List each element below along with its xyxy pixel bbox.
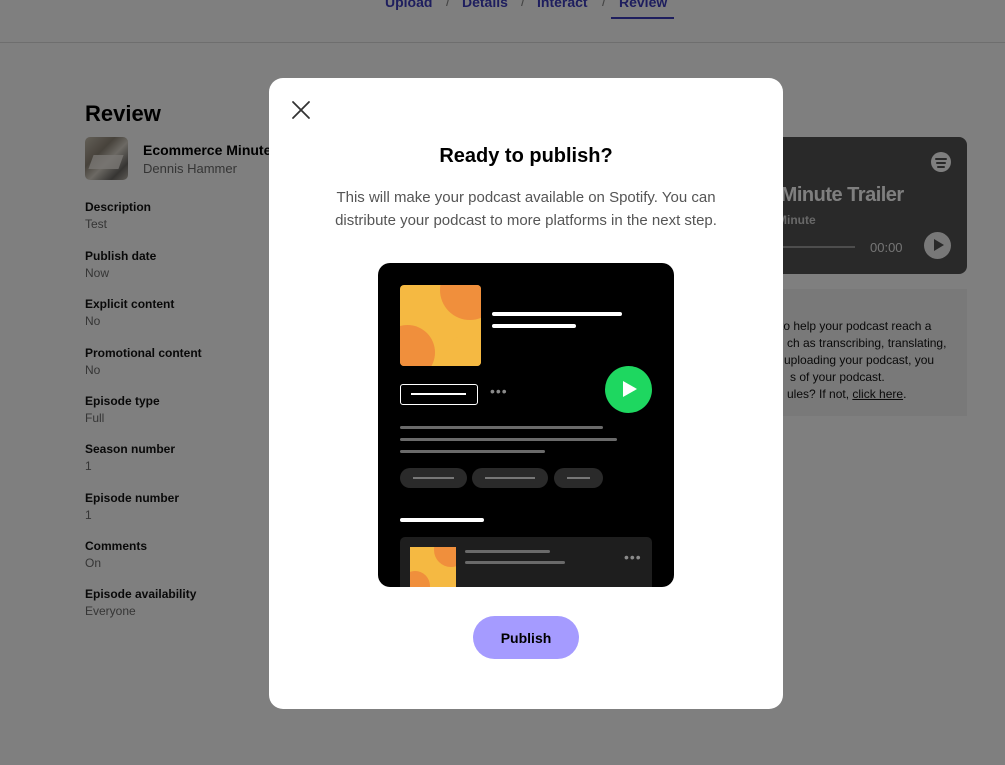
episode-cover-illustration <box>410 547 456 587</box>
text-placeholder-line <box>400 426 603 429</box>
subtitle-placeholder-line <box>492 324 576 328</box>
title-placeholder-line <box>492 312 622 316</box>
episode-card-illustration: ••• <box>400 537 652 587</box>
text-placeholder-line <box>400 450 545 453</box>
dialog-description: This will make your podcast available on… <box>335 189 717 229</box>
tag-chip-illustration <box>400 468 467 488</box>
text-placeholder-line <box>465 561 565 564</box>
text-placeholder-line <box>465 550 550 553</box>
section-heading-placeholder <box>400 518 484 522</box>
play-icon <box>605 366 652 413</box>
publish-button[interactable]: Publish <box>473 616 579 659</box>
podcast-cover-illustration <box>400 285 481 366</box>
tag-chip-illustration <box>554 468 603 488</box>
more-options-icon: ••• <box>490 383 508 399</box>
follow-button-illustration <box>400 384 478 405</box>
dialog-title: Ready to publish? <box>439 145 613 167</box>
spotify-preview-illustration: ••• ••• <box>378 263 674 587</box>
close-icon[interactable] <box>289 98 313 122</box>
more-options-icon: ••• <box>624 549 642 565</box>
text-placeholder-line <box>400 438 617 441</box>
tag-chip-illustration <box>472 468 548 488</box>
publish-dialog: Ready to publish? This will make your po… <box>269 78 783 709</box>
